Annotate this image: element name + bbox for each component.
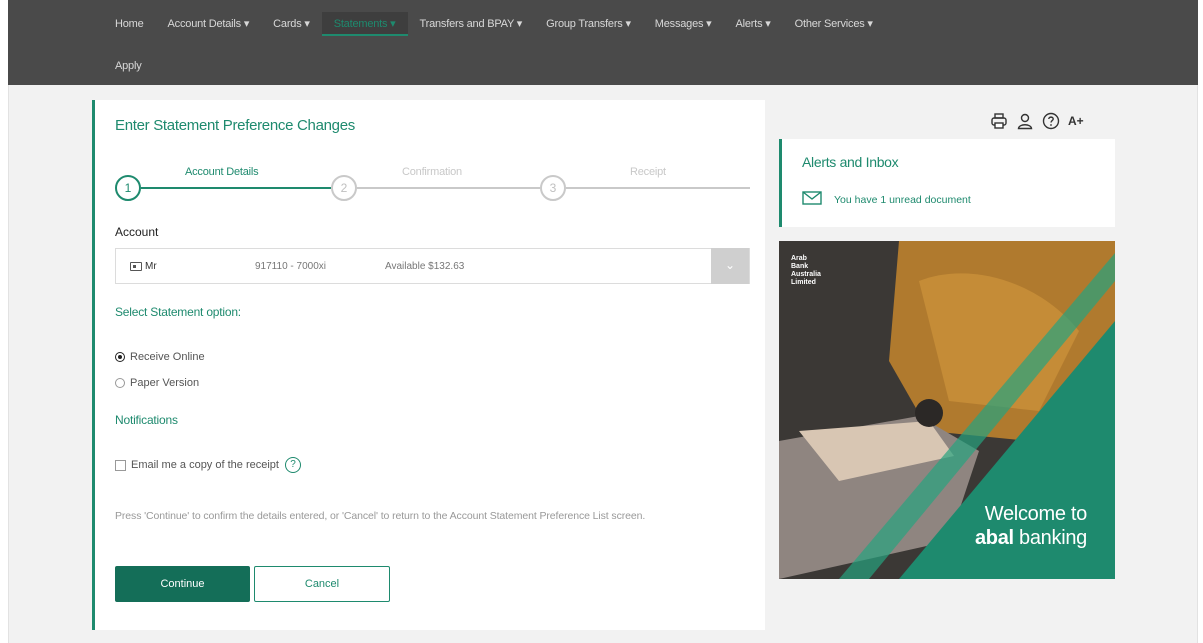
banner-brand-rest: banking bbox=[1013, 527, 1087, 549]
alerts-title: Alerts and Inbox bbox=[802, 154, 899, 170]
nav-item-other-services[interactable]: Other Services ▾ bbox=[783, 12, 885, 36]
step-1-circle: 1 bbox=[115, 175, 141, 201]
account-name: Mr bbox=[145, 260, 157, 272]
statement-preference-form: Enter Statement Preference Changes 1 Acc… bbox=[92, 100, 765, 630]
account-card-icon bbox=[130, 261, 142, 271]
banner-brand-bold: abal bbox=[974, 527, 1014, 549]
email-receipt-checkbox[interactable] bbox=[115, 459, 126, 471]
nav-item-group-transfers[interactable]: Group Transfers ▾ bbox=[534, 12, 643, 36]
radio-button-checked[interactable] bbox=[115, 352, 125, 362]
step-connector-2 bbox=[357, 187, 540, 189]
account-label: Account bbox=[115, 225, 159, 239]
nav-row-primary: Home Account Details ▾ Cards ▾ Statement… bbox=[103, 12, 885, 36]
alerts-inbox-card: Alerts and Inbox You have 1 unread docum… bbox=[779, 139, 1115, 227]
account-number: 917110 - 7000xi bbox=[255, 260, 326, 272]
user-icon[interactable] bbox=[1016, 112, 1034, 130]
email-receipt-label: Email me a copy of the receipt bbox=[131, 459, 279, 471]
account-select[interactable]: Mr 917110 - 7000xi Available $132.63 ⌄ bbox=[115, 248, 750, 284]
envelope-icon bbox=[802, 191, 822, 208]
page-tools: A+ bbox=[990, 112, 1084, 130]
continue-button[interactable]: Continue bbox=[115, 566, 250, 602]
step-1-label: Account Details bbox=[185, 166, 259, 178]
nav-item-statements[interactable]: Statements ▾ bbox=[321, 12, 408, 36]
nav-item-apply[interactable]: Apply bbox=[103, 54, 154, 78]
banner-brand-text: abal banking bbox=[975, 527, 1087, 550]
welcome-banner[interactable]: Arab Bank Australia Limited Welcome to a… bbox=[779, 241, 1115, 579]
step-3-label: Receipt bbox=[630, 166, 666, 178]
radio-button-unchecked[interactable] bbox=[115, 378, 125, 388]
cancel-button[interactable]: Cancel bbox=[254, 566, 390, 602]
nav-item-alerts[interactable]: Alerts ▾ bbox=[724, 12, 783, 36]
step-2-label: Confirmation bbox=[402, 166, 462, 178]
unread-document-text: You have 1 unread document bbox=[834, 193, 971, 206]
nav-item-cards[interactable]: Cards ▾ bbox=[261, 12, 322, 36]
page-title: Enter Statement Preference Changes bbox=[115, 117, 355, 134]
email-receipt-option[interactable]: Email me a copy of the receipt ? bbox=[115, 457, 301, 473]
print-icon[interactable] bbox=[990, 112, 1008, 130]
nav-item-messages[interactable]: Messages ▾ bbox=[643, 12, 724, 36]
radio-receive-online-label: Receive Online bbox=[130, 351, 205, 363]
step-2-circle: 2 bbox=[331, 175, 357, 201]
statement-option-title: Select Statement option: bbox=[115, 305, 241, 319]
notifications-title: Notifications bbox=[115, 413, 178, 427]
radio-paper-version[interactable]: Paper Version bbox=[115, 377, 199, 389]
nav-item-transfers-bpay[interactable]: Transfers and BPAY ▾ bbox=[408, 12, 535, 36]
step-connector-3 bbox=[566, 187, 750, 189]
radio-paper-version-label: Paper Version bbox=[130, 377, 200, 389]
help-icon[interactable]: ? bbox=[284, 457, 301, 473]
step-connector-1 bbox=[141, 187, 331, 189]
account-available-balance: Available $132.63 bbox=[385, 260, 465, 272]
font-size-icon[interactable]: A+ bbox=[1068, 112, 1084, 130]
help-icon[interactable] bbox=[1042, 112, 1060, 130]
banner-welcome-text: Welcome to bbox=[984, 503, 1088, 525]
step-3-circle: 3 bbox=[540, 175, 566, 201]
nav-row-secondary: Apply bbox=[103, 54, 154, 78]
progress-stepper: 1 Account Details 2 Confirmation 3 Recei… bbox=[115, 160, 750, 210]
bank-name-logo: Arab Bank Australia Limited bbox=[791, 255, 821, 286]
radio-receive-online[interactable]: Receive Online bbox=[115, 351, 205, 363]
unread-document-link[interactable]: You have 1 unread document bbox=[802, 191, 971, 208]
nav-item-home[interactable]: Home bbox=[103, 12, 156, 36]
nav-item-account-details[interactable]: Account Details ▾ bbox=[156, 12, 262, 36]
instructions-text: Press 'Continue' to confirm the details … bbox=[115, 510, 646, 522]
chevron-down-icon[interactable]: ⌄ bbox=[711, 248, 749, 284]
top-navigation: Home Account Details ▾ Cards ▾ Statement… bbox=[8, 0, 1198, 85]
